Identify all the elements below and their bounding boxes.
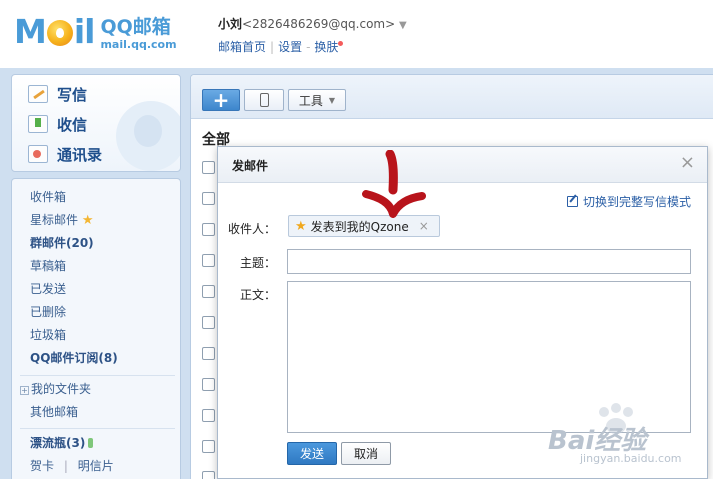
edit-icon [566,196,578,207]
compose-action[interactable]: 写信 [28,82,87,106]
write-icon [28,85,48,103]
account-dropdown-icon[interactable]: ▼ [399,20,407,31]
folder-my-folders-label: 我的文件夹 [31,382,92,396]
logo-mail-text: M [14,12,47,51]
folder-starred-label: 星标邮件 [30,213,79,227]
folder-drift-bottle[interactable]: 漂流瓶(3) [30,435,94,451]
row-checkbox[interactable] [202,161,215,174]
greeting-card-link[interactable]: 贺卡 [30,459,54,473]
dialog-header[interactable]: 发邮件 × [218,147,707,183]
inbox-download-icon [28,115,48,133]
row-checkbox[interactable] [202,440,215,453]
row-checkbox[interactable] [202,192,215,205]
close-icon[interactable]: × [680,154,695,172]
switch-full-compose-label: 切换到完整写信模式 [582,195,691,209]
watermark-url: jingyan.baidu.com [580,452,682,465]
bottle-icon [88,438,94,448]
folder-starred[interactable]: 星标邮件 ★ [30,212,94,229]
subject-input[interactable] [287,249,691,274]
settings-link[interactable]: 设置 [278,40,302,54]
user-email[interactable]: <2826486269@qq.com> [242,17,395,31]
folder-other-mail[interactable]: 其他邮箱 [30,404,78,420]
quick-actions-panel: 写信 收信 通讯录 [11,74,181,172]
remove-recipient-icon[interactable]: × [419,219,429,233]
compose-label: 写信 [57,85,88,104]
annotation-arrow-icon [362,150,426,218]
dialog-title: 发邮件 [232,159,269,173]
star-icon: ★ [81,213,94,228]
switch-full-compose-link[interactable]: 切换到完整写信模式 [566,193,691,210]
row-checkbox[interactable] [202,285,215,298]
logo-o-icon [46,20,73,46]
expand-icon[interactable]: + [20,386,29,395]
contacts-icon [28,145,48,163]
divider [20,375,175,376]
change-skin-link[interactable]: 换肤 [314,40,338,54]
folder-list: 收件箱 星标邮件 ★ 群邮件(20) 草稿箱 已发送 已删除 垃圾箱 QQ邮件订… [11,178,181,479]
recipient-label: 收件人： [227,222,276,236]
header: M il QQ邮箱 mail.qq.com 小刘<2826486269@qq.c… [0,0,713,64]
row-checkbox[interactable] [202,471,215,479]
receive-action[interactable]: 收信 [28,112,87,136]
folder-deleted[interactable]: 已删除 [30,304,66,320]
new-mail-button[interactable]: + [202,89,240,111]
row-checkbox[interactable] [202,254,215,267]
body-label: 正文： [239,288,276,302]
tools-label: 工具 [298,93,323,108]
folder-trash[interactable]: 垃圾箱 [30,327,66,343]
folder-my-folders[interactable]: + 我的文件夹 [20,381,91,397]
divider [20,428,175,429]
folder-subscriptions[interactable]: QQ邮件订阅(8) [30,350,118,366]
postcard-link[interactable]: 明信片 [78,459,114,473]
link-separator: | [270,40,275,54]
mobile-button[interactable] [244,89,284,111]
folder-drift-bottle-label: 漂流瓶(3) [30,436,86,450]
logo-mail-text-rest: il [73,12,96,51]
receive-label: 收信 [57,115,88,134]
notification-dot-icon [338,41,344,46]
contacts-label: 通讯录 [57,145,103,164]
tools-dropdown[interactable]: 工具 ▼ [288,89,346,111]
mail-toolbar: + 工具 ▼ [191,75,713,119]
cancel-button[interactable]: 取消 [341,442,391,465]
recipient-value: 发表到我的Qzone [310,219,409,234]
qq-mail-logo[interactable]: M il QQ邮箱 mail.qq.com [14,14,177,54]
contacts-action[interactable]: 通讯录 [28,142,102,166]
logo-cn: QQ邮箱 [100,16,171,38]
user-name[interactable]: 小刘 [218,17,242,31]
folder-drafts[interactable]: 草稿箱 [30,258,66,274]
logo-domain: mail.qq.com [100,38,177,51]
mobile-phone-icon [259,93,269,107]
user-info: 小刘<2826486269@qq.com> ▼ 邮箱首页 | 设置 - 换肤 [218,16,407,55]
penguin-decoration-icon [116,101,180,171]
link-separator: - [306,40,311,54]
card-links: 贺卡 | 明信片 [30,458,114,474]
folder-inbox[interactable]: 收件箱 [30,189,66,205]
subject-label: 主题： [239,256,276,270]
row-checkbox[interactable] [202,223,215,236]
card-separator: | [63,459,68,473]
qzone-star-icon: ★ [295,218,307,234]
recipient-token[interactable]: ★ 发表到我的Qzone × [288,215,440,237]
row-checkbox[interactable] [202,378,215,391]
row-checkbox[interactable] [202,409,215,422]
row-checkbox[interactable] [202,347,215,360]
mailbox-home-link[interactable]: 邮箱首页 [218,40,266,54]
send-button[interactable]: 发送 [287,442,337,465]
row-checkbox[interactable] [202,316,215,329]
folder-sent[interactable]: 已发送 [30,281,66,297]
folder-group[interactable]: 群邮件(20) [30,235,94,251]
chevron-down-icon: ▼ [328,95,336,105]
